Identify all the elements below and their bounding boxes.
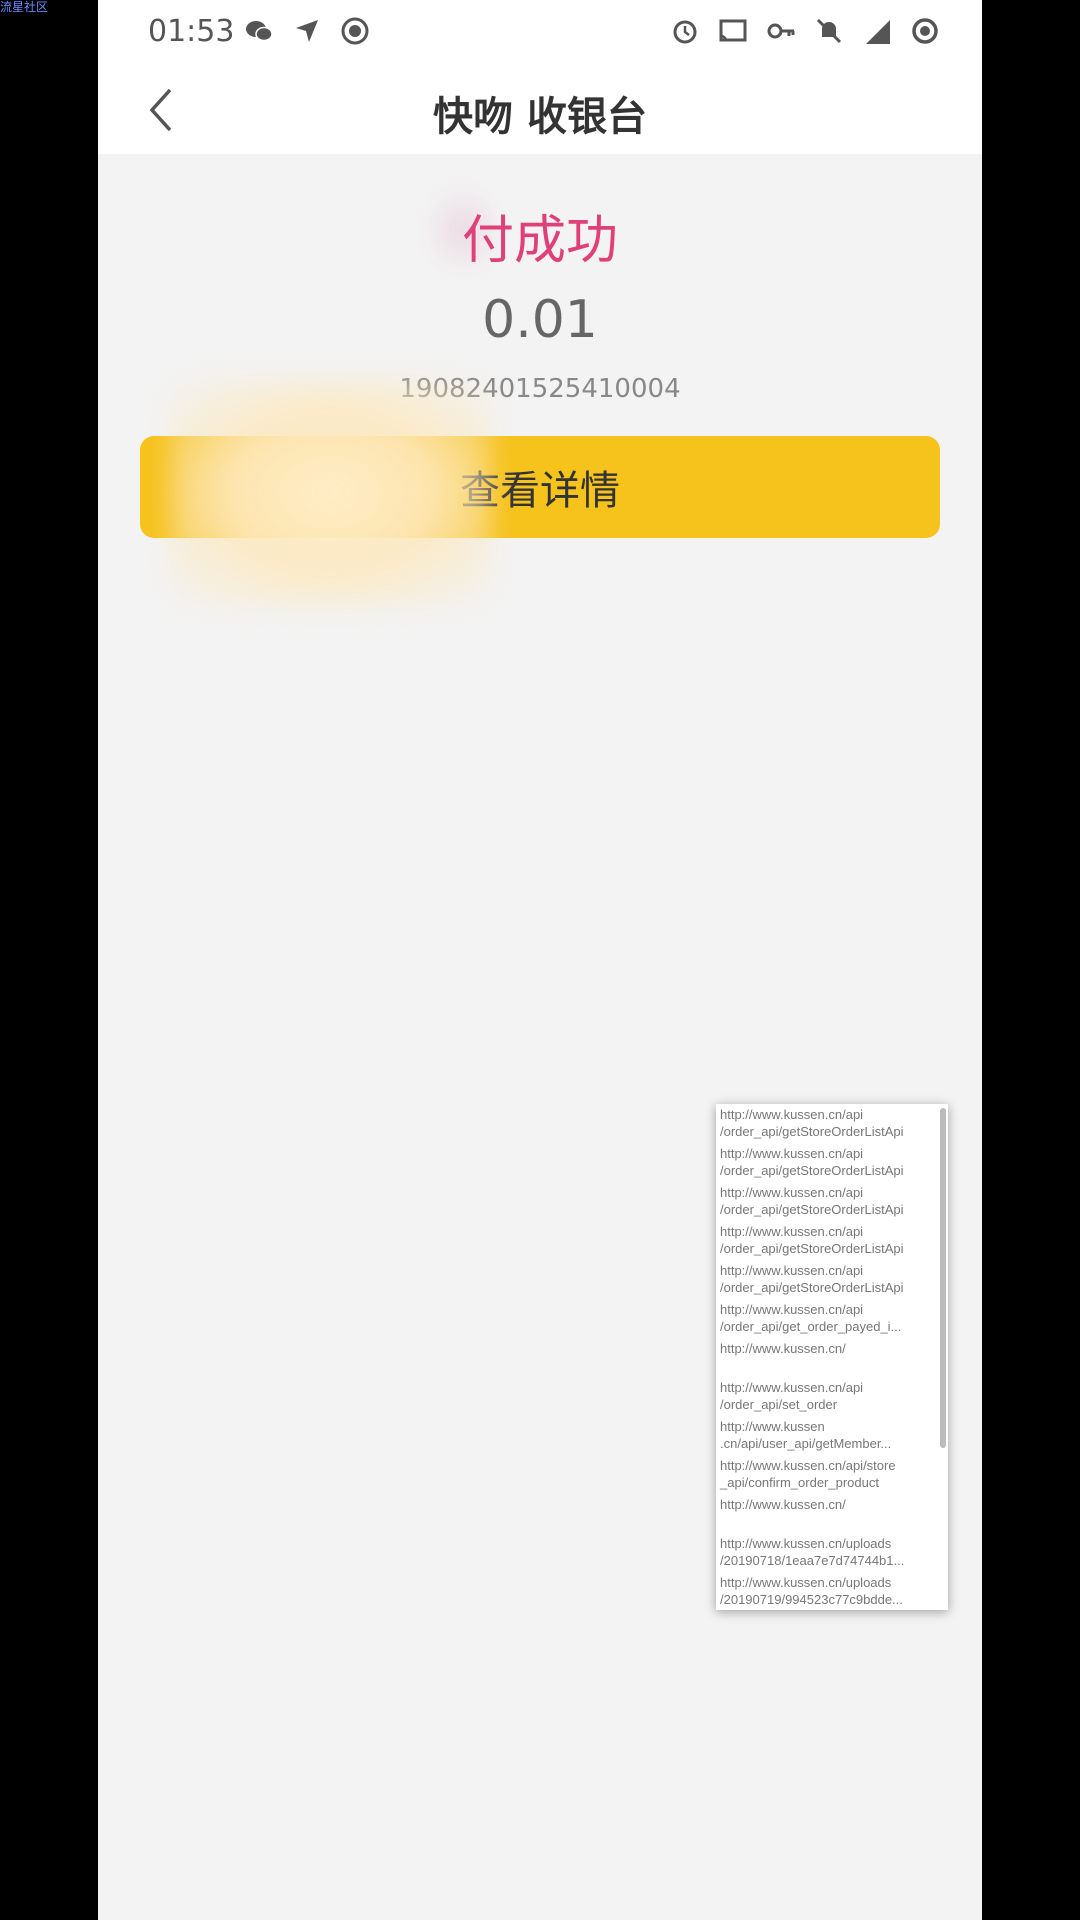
log-item[interactable]: http://www.kussen .cn/api/user_api/getMe…: [716, 1416, 948, 1455]
status-bar: 01:53: [98, 0, 982, 66]
log-item[interactable]: http://www.kussen.cn/: [716, 1338, 948, 1377]
log-item[interactable]: http://www.kussen.cn/api /order_api/getS…: [716, 1260, 948, 1299]
network-log-panel[interactable]: http://www.kussen.cn/api /order_api/getS…: [716, 1104, 948, 1610]
mute-bell-icon: [814, 16, 844, 46]
alarm-icon: [670, 16, 700, 46]
redaction-blur: [168, 380, 493, 605]
log-item[interactable]: http://www.kussen.cn/api /order_api/getS…: [716, 1182, 948, 1221]
phone-screen: 01:53 快吻 收银台 付成功 0.01 19082401525410004 …: [98, 0, 982, 1920]
payment-amount: 0.01: [482, 290, 598, 350]
log-item[interactable]: http://www.kussen.cn/api /order_api/getS…: [716, 1143, 948, 1182]
log-item[interactable]: http://www.kussen.cn/uploads /20190719/9…: [716, 1572, 948, 1610]
location-arrow-icon: [292, 16, 322, 46]
record-icon: [340, 16, 370, 46]
log-item[interactable]: http://www.kussen.cn/: [716, 1494, 948, 1533]
log-item[interactable]: http://www.kussen.cn/api /order_api/getS…: [716, 1221, 948, 1260]
log-item[interactable]: http://www.kussen.cn/api /order_api/get_…: [716, 1299, 948, 1338]
target-icon: [910, 16, 940, 46]
key-icon: [766, 16, 796, 46]
log-item[interactable]: http://www.kussen.cn/api/store _api/conf…: [716, 1455, 948, 1494]
status-time: 01:53: [148, 14, 235, 49]
cast-icon: [718, 16, 748, 46]
log-item[interactable]: http://www.kussen.cn/api /order_api/getS…: [716, 1104, 948, 1143]
wechat-icon: [244, 16, 274, 46]
scrollbar[interactable]: [940, 1108, 946, 1448]
log-item[interactable]: http://www.kussen.cn/uploads /20190718/1…: [716, 1533, 948, 1572]
log-item[interactable]: http://www.kussen.cn/api /order_api/set_…: [716, 1377, 948, 1416]
watermark: 流星社区: [0, 0, 49, 14]
4g-signal-icon: [862, 16, 892, 46]
payment-status: 付成功: [461, 211, 618, 271]
page-title: 快吻 收银台: [433, 94, 647, 140]
nav-bar: 快吻 收银台: [98, 66, 982, 154]
